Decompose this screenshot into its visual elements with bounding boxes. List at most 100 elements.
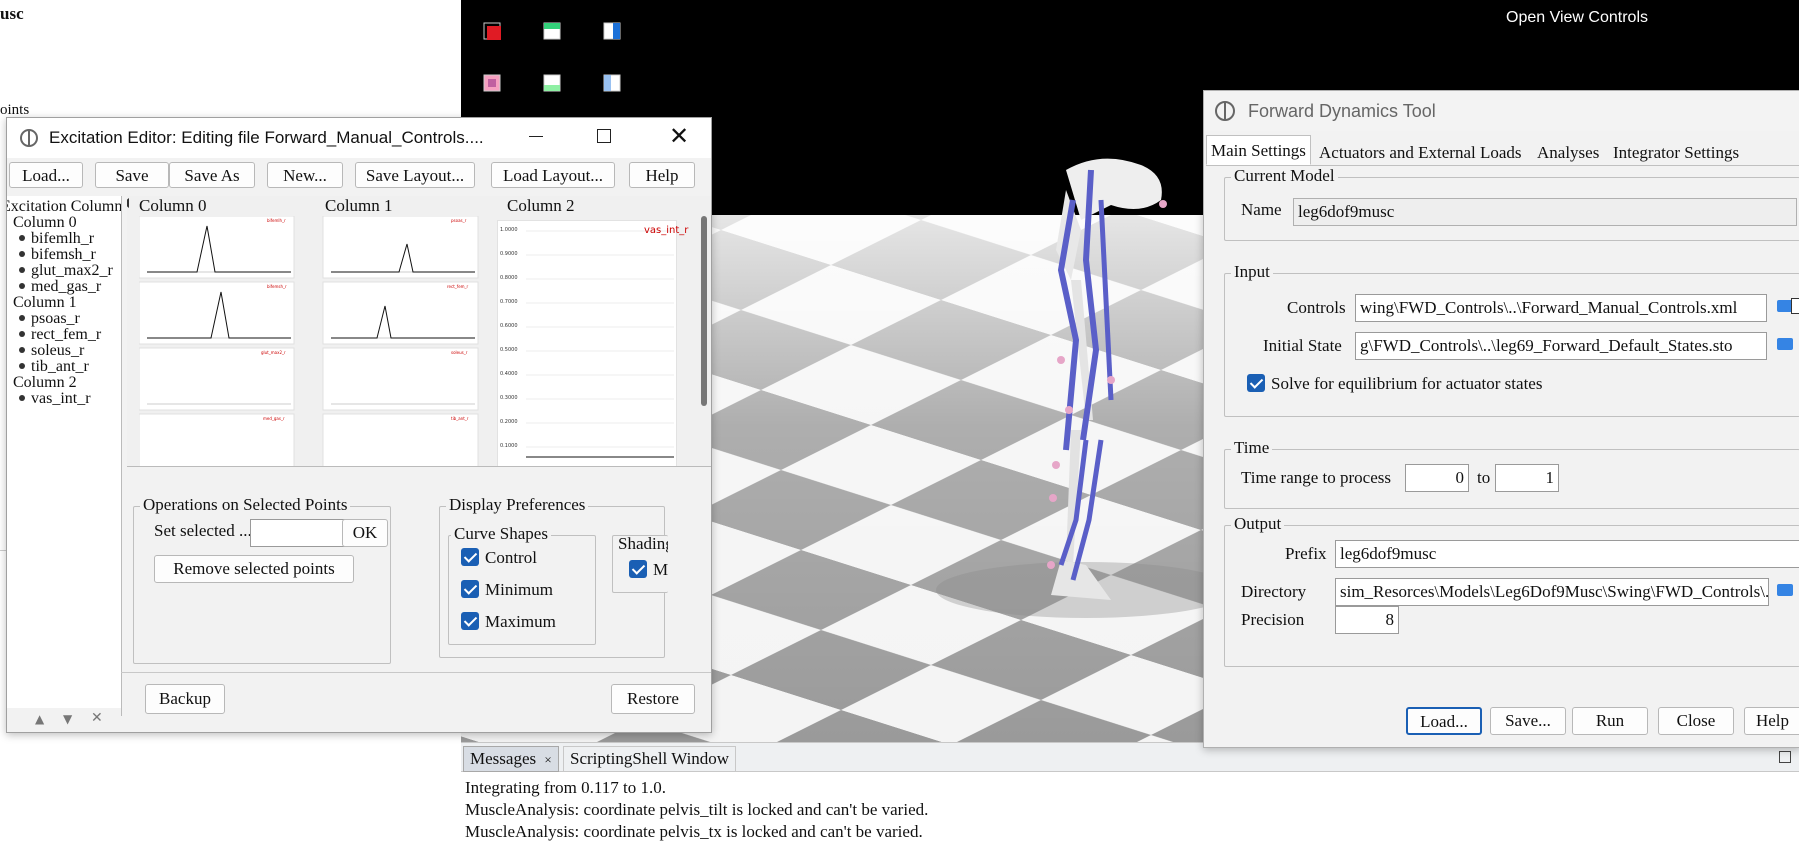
initial-state-field[interactable]: g\FWD_Controls\..\leg69_Forward_Default_… [1355,332,1767,360]
display-preferences-title: Display Preferences [446,495,589,515]
restore-button[interactable]: Restore [611,684,695,714]
close-icon[interactable]: ✕ [669,122,689,150]
ok-button[interactable]: OK [342,519,388,547]
time-end-field[interactable]: 1 [1495,464,1559,492]
time-to-label: to [1477,468,1491,487]
plot-header-column-2: Column 2 [507,196,575,215]
minimize-panel-icon[interactable] [1779,751,1791,763]
time-start-field[interactable]: 0 [1405,464,1469,492]
view-left-icon[interactable] [543,74,561,92]
operations-group: Operations on Selected Points Set select… [133,495,391,664]
bullet-icon [19,267,25,273]
directory-field[interactable]: sim_Resorces\Models\Leg6Dof9Musc\Swing\F… [1335,578,1769,606]
svg-text:tib_ant_r: tib_ant_r [451,416,469,421]
remove-selected-points-button[interactable]: Remove selected points [154,555,354,583]
plot-vas-int-r-label: vas_int_r [644,225,689,236]
minimum-checkbox[interactable]: Minimum [461,580,553,600]
control-checkbox[interactable]: Control [461,548,537,568]
tab-scripting-shell-label: ScriptingShell Window [570,749,730,768]
tab-scripting-shell[interactable]: ScriptingShell Window [563,746,737,772]
checkbox-checked-icon [1247,374,1265,392]
input-group: Input Controls wing\FWD_Controls\..\Forw… [1224,262,1799,417]
maximize-icon[interactable] [597,129,611,143]
plot-vas-int-r[interactable]: 1.0000 0.9000 0.8000 0.7000 0.6000 0.500… [497,220,688,466]
tree-item[interactable]: vas_int_r [9,390,91,408]
messages-log[interactable]: Integrating from 0.117 to 1.0. MuscleAna… [465,777,928,843]
forward-tool-titlebar[interactable]: Forward Dynamics Tool [1204,91,1799,131]
current-model-title: Current Model [1231,166,1338,186]
tree-item-label: rect_fem_r [31,326,102,343]
load-layout-button[interactable]: Load Layout... [491,162,615,188]
close-button[interactable]: Close [1658,707,1734,735]
save-layout-button[interactable]: Save Layout... [355,162,475,188]
set-selected-input[interactable] [250,519,346,547]
load-button[interactable]: Load... [1406,707,1482,735]
precision-field[interactable]: 8 [1335,606,1399,634]
save-button[interactable]: Save [95,162,169,188]
new-button[interactable]: New... [267,162,343,188]
save-button[interactable]: Save... [1490,707,1566,735]
maximum-checkbox[interactable]: Maximum [461,612,556,632]
open-view-controls[interactable]: Open View Controls [1506,9,1648,27]
view-top-icon[interactable] [603,22,621,40]
bullet-icon [19,251,25,257]
tab-actuators-external-loads[interactable]: Actuators and External Loads [1314,137,1527,167]
close-small-icon[interactable]: ✕ [91,710,103,726]
checkbox-checked-icon [461,548,479,566]
directory-label: Directory [1241,582,1307,601]
help-button[interactable]: Help [1744,707,1799,735]
model-name-field: leg6dof9musc [1293,198,1797,226]
time-group: Time Time range to process 0 to 1 [1224,438,1799,509]
arrow-up-icon[interactable]: ▲ [35,712,44,726]
tree-nav-controls: ▲ ▼ ✕ [7,708,121,732]
tree-item-label: med_gas_r [31,278,102,295]
folder-open-icon[interactable] [1777,338,1793,350]
tab-main-settings[interactable]: Main Settings [1206,135,1311,165]
initial-state-label: Initial State [1263,336,1342,355]
view-back-icon[interactable] [483,74,501,92]
small-plots-grid[interactable]: bifemlh_r psoas_r bifemsh_r rect_fem_r glu… [139,216,479,466]
excitation-tree[interactable]: Excitation Columns Column 0 bifemlh_r bi… [7,196,122,716]
load-button[interactable]: Load... [9,162,83,188]
bullet-icon [19,235,25,241]
opensim-logo-icon [20,129,38,147]
bullet-icon [19,331,25,337]
plot-header-column-0: Column 0 [139,196,207,215]
controls-field[interactable]: wing\FWD_Controls\..\Forward_Manual_Cont… [1355,294,1767,322]
backup-button[interactable]: Backup [145,684,225,714]
arrow-down-icon[interactable]: ▼ [63,712,72,726]
plot-tick: 0.5000 [500,347,518,353]
excitation-editor-titlebar[interactable]: Excitation Editor: Editing file Forward_… [7,118,711,158]
run-button[interactable]: Run [1572,707,1648,735]
minimize-icon[interactable] [529,136,543,137]
tab-messages[interactable]: Messages × [463,746,559,772]
svg-text:rect_fem_r: rect_fem_r [447,284,469,289]
close-icon[interactable]: × [544,752,551,767]
svg-text:glut_max2_r: glut_max2_r [261,350,286,355]
save-as-button[interactable]: Save As [169,162,255,188]
folder-open-icon[interactable] [1777,584,1793,596]
prefix-field[interactable]: leg6dof9musc [1335,540,1799,568]
prefix-label: Prefix [1285,544,1327,563]
checkbox-checked-icon [461,612,479,630]
plots-scrollbar[interactable] [701,216,707,406]
view-front-icon[interactable] [483,22,501,40]
shading-checkbox[interactable]: M [629,560,668,580]
bullet-icon [19,283,25,289]
view-cubes [481,20,641,100]
edit-icon[interactable] [1791,298,1799,314]
help-button[interactable]: Help [629,162,695,188]
maximum-label: Maximum [485,612,556,631]
collapse-arrow-icon[interactable] [127,198,129,208]
tab-analyses[interactable]: Analyses [1532,137,1604,167]
plots-area[interactable]: Column 0 Column 1 Column 2 bifemlh_r pso… [127,196,711,467]
display-preferences-group: Display Preferences Curve Shapes Control… [439,495,668,658]
equilibrium-label: Solve for equilibrium for actuator state… [1271,374,1543,393]
view-side-icon[interactable] [543,22,561,40]
equilibrium-checkbox[interactable]: Solve for equilibrium for actuator state… [1247,374,1542,394]
time-range-label: Time range to process [1241,468,1391,487]
svg-text:bifemsh_r: bifemsh_r [267,284,287,289]
view-bottom-icon[interactable] [603,74,621,92]
shading-title: Shading [615,536,668,554]
tab-integrator-settings[interactable]: Integrator Settings [1608,137,1744,167]
